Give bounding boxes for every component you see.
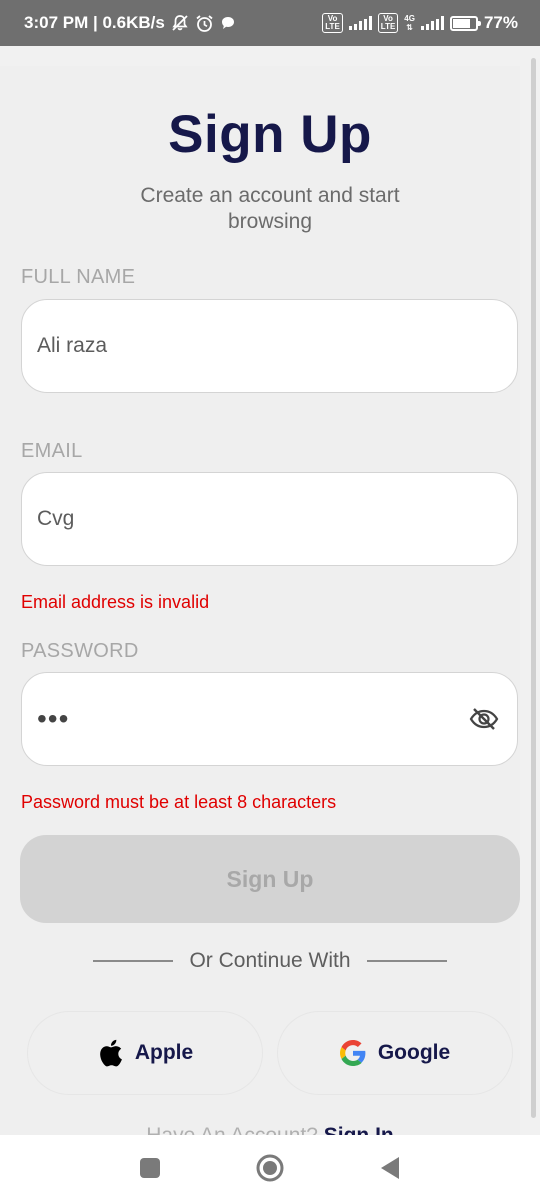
apple-label: Apple bbox=[134, 1041, 194, 1064]
email-error: Email address is invalid bbox=[21, 592, 210, 612]
status-time: 3:07 PM | 0.6KB/s bbox=[24, 13, 165, 32]
password-field[interactable]: ••• bbox=[21, 672, 518, 766]
home-button[interactable] bbox=[250, 1148, 290, 1188]
page-subtitle: Create an account and start browsing bbox=[140, 184, 400, 233]
sign-up-button[interactable]: Sign Up bbox=[20, 835, 520, 923]
signal-icon-2 bbox=[420, 16, 444, 30]
volte-badge-2: Vo LTE bbox=[377, 13, 399, 33]
or-continue-divider: Or Continue With bbox=[0, 947, 540, 975]
volte-badge: Vo LTE bbox=[322, 13, 343, 33]
full-name-label: FULL NAME bbox=[21, 266, 136, 288]
email-value[interactable]: Cvg bbox=[37, 507, 499, 531]
battery-percent: 77% bbox=[483, 13, 518, 32]
mute-bell-icon bbox=[171, 14, 189, 32]
divider-text: Or Continue With bbox=[189, 949, 351, 972]
status-bar: 3:07 PM | 0.6KB/s Vo LTE Vo LTE 4G ⇅ 77% bbox=[0, 0, 540, 46]
system-nav-bar bbox=[0, 1135, 540, 1200]
alarm-icon bbox=[195, 14, 214, 33]
apple-icon bbox=[97, 1038, 123, 1068]
password-label: PASSWORD bbox=[21, 640, 139, 662]
page-title: Sign Up bbox=[168, 105, 372, 164]
apple-sign-in-button[interactable]: Apple bbox=[27, 1011, 263, 1095]
eye-off-icon[interactable] bbox=[469, 707, 499, 731]
chat-bubble-icon bbox=[220, 15, 236, 31]
full-name-value[interactable]: Ali raza bbox=[37, 334, 499, 358]
email-label: EMAIL bbox=[21, 440, 83, 462]
email-field[interactable]: Cvg bbox=[21, 472, 518, 566]
password-error: Password must be at least 8 characters bbox=[21, 792, 337, 812]
divider-line-right bbox=[366, 960, 447, 962]
google-icon bbox=[339, 1040, 366, 1066]
full-name-field[interactable]: Ali raza bbox=[21, 299, 518, 393]
network-type: 4G ⇅ bbox=[404, 14, 415, 32]
google-sign-in-button[interactable]: Google bbox=[277, 1011, 513, 1095]
recents-button[interactable] bbox=[130, 1148, 170, 1188]
google-label: Google bbox=[377, 1041, 451, 1064]
divider-line-left bbox=[93, 960, 174, 962]
signal-icon bbox=[348, 16, 372, 30]
back-button[interactable] bbox=[370, 1148, 410, 1188]
password-value[interactable]: ••• bbox=[37, 705, 469, 733]
battery-icon bbox=[449, 15, 481, 31]
